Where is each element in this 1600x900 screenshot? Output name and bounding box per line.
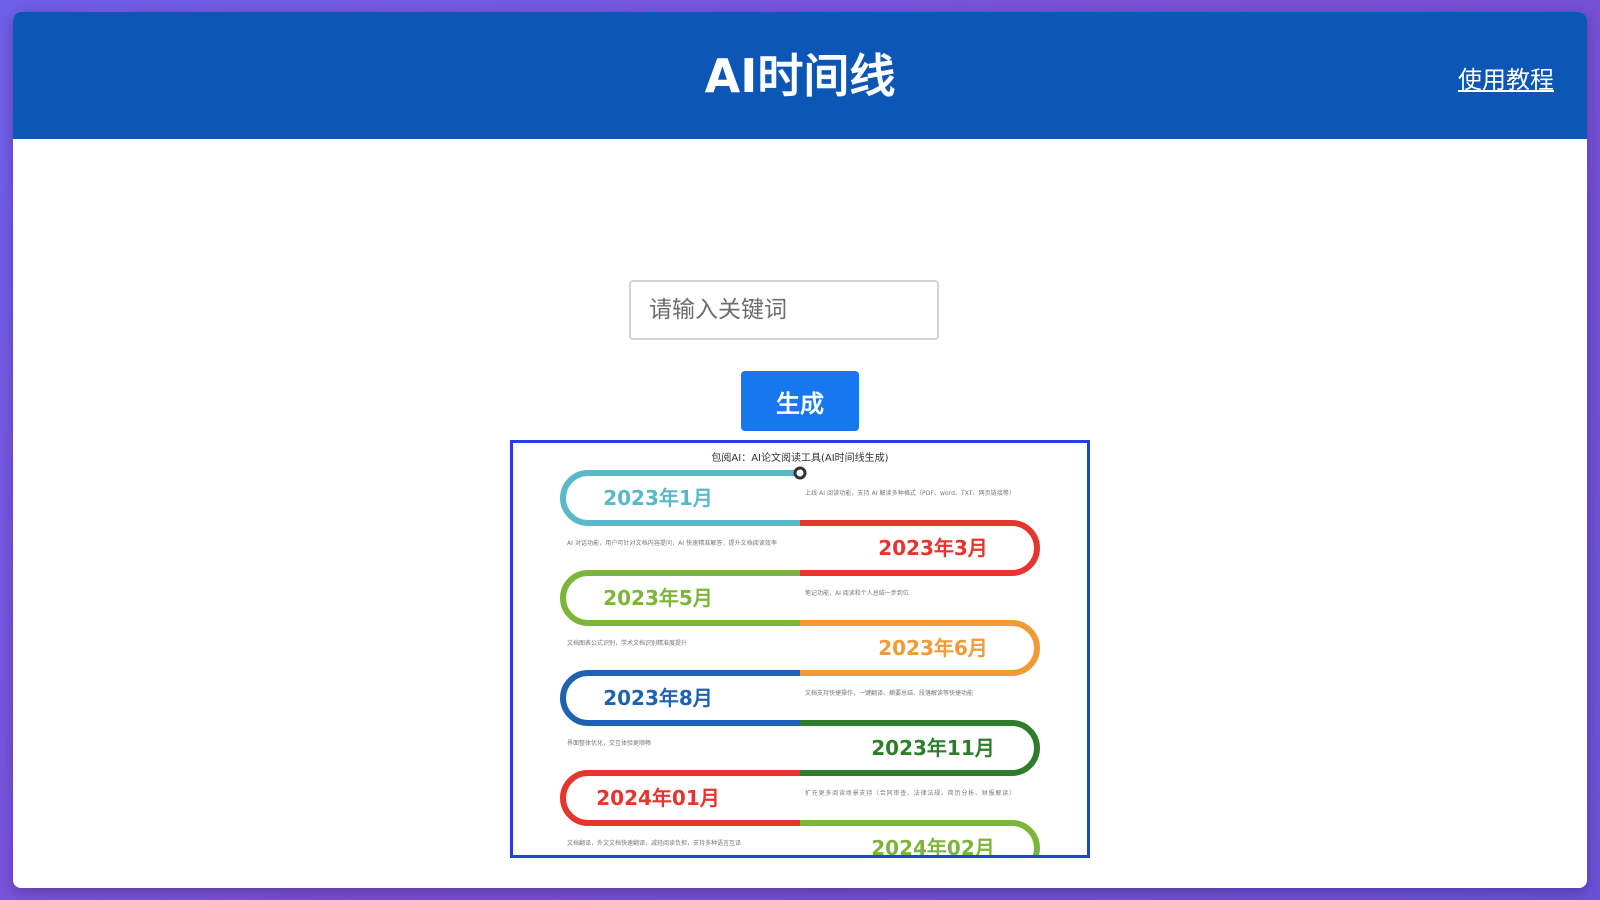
tutorial-link[interactable]: 使用教程	[1458, 64, 1554, 96]
timeline-description: AI 对话功能，用户可针对文档内容提问，AI 快速精准解答，提升文档阅读效率	[567, 539, 777, 547]
timeline-date: 2023年8月	[603, 686, 713, 710]
timeline-date: 2023年6月	[878, 636, 988, 660]
page-title: AI时间线	[704, 49, 896, 103]
timeline-description: 扩充更多阅读场景支持（合同审查、法律法规、简历分析、财报解读）	[805, 789, 1015, 797]
timeline-date: 2024年02月	[871, 836, 995, 855]
timeline-item: 2023年11月 界面整体优化，交互体验更顺畅	[567, 720, 1040, 776]
timeline-item: 2023年6月 文档图表公式识别，学术文档识别精准度提升	[567, 620, 1040, 676]
timeline-item: 2023年5月 笔记功能，AI 阅读和个人总结一步到位	[560, 570, 909, 626]
timeline-date: 2024年01月	[596, 786, 720, 810]
timeline-item: 2023年8月 文档支持快捷操作，一键翻译、摘要总结、段落解读等快捷功能	[560, 670, 973, 726]
keyword-input[interactable]	[629, 280, 939, 340]
timeline-description: 文档支持快捷操作，一键翻译、摘要总结、段落解读等快捷功能	[805, 689, 973, 697]
timeline-graphic: 包阅AI：AI论文阅读工具(AI时间线生成) 2023年1月 上线 AI 阅读功能，…	[560, 451, 1040, 855]
timeline-description: 上线 AI 阅读功能，支持 AI 解读多种格式（PDF、word、TXT、网页链…	[805, 489, 1015, 497]
timeline-item: 2024年01月 扩充更多阅读场景支持（合同审查、法律法规、简历分析、财报解读）	[560, 770, 1015, 826]
timeline-title: 包阅AI：AI论文阅读工具(AI时间线生成)	[711, 451, 888, 464]
timeline-date: 2023年1月	[603, 486, 713, 510]
timeline-result: 包阅AI：AI论文阅读工具(AI时间线生成) 2023年1月 上线 AI 阅读功能，…	[510, 440, 1090, 858]
timeline-date: 2023年5月	[603, 586, 713, 610]
timeline-description: 文档图表公式识别，学术文档识别精准度提升	[567, 639, 687, 647]
timeline-date: 2023年3月	[878, 536, 988, 560]
timeline-item: 2024年02月 文档翻译，外文文档快速翻译，减轻阅读负担，支持多种语言互译	[567, 820, 1040, 855]
timeline-description: 文档翻译，外文文档快速翻译，减轻阅读负担，支持多种语言互译	[567, 839, 741, 847]
app-window: AI时间线 使用教程 生成 包阅AI：AI论文阅读工具(AI时间线生成) 2023…	[13, 12, 1587, 888]
timeline-date: 2023年11月	[871, 736, 995, 760]
timeline-description: 界面整体优化，交互体验更顺畅	[567, 739, 651, 747]
timeline-item: 2023年3月 AI 对话功能，用户可针对文档内容提问，AI 快速精准解答，提升文…	[567, 520, 1040, 576]
timeline-start-marker	[793, 466, 807, 480]
timeline-description: 笔记功能，AI 阅读和个人总结一步到位	[805, 589, 909, 597]
generate-button[interactable]: 生成	[741, 371, 859, 431]
timeline-item: 2023年1月 上线 AI 阅读功能，支持 AI 解读多种格式（PDF、word、…	[560, 470, 1015, 526]
header-bar: AI时间线 使用教程	[13, 12, 1587, 139]
